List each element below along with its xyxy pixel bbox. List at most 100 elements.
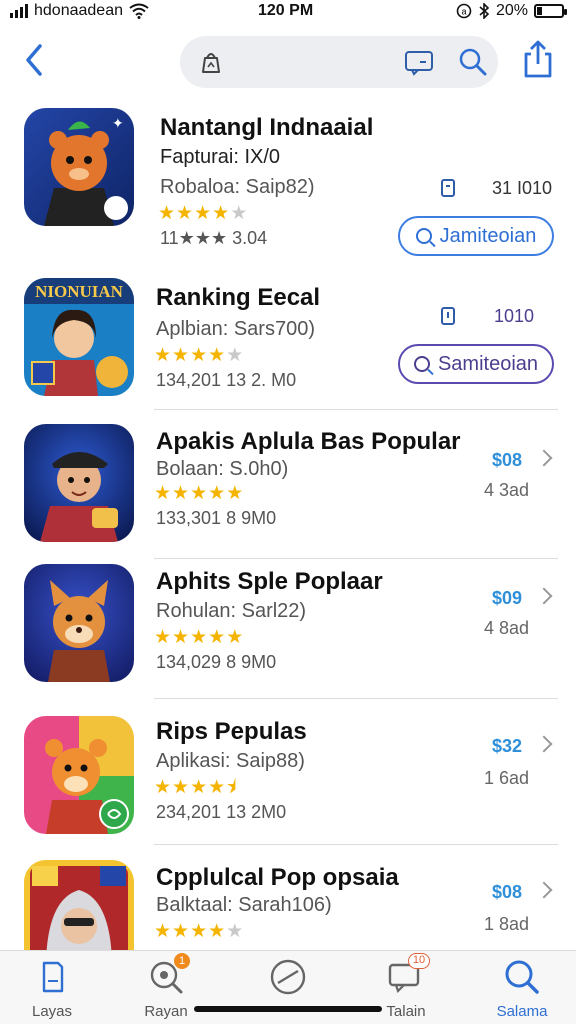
rating-stars: ★ ★ ★ ★ ★ — [158, 204, 247, 224]
star-icon: ★ — [190, 627, 208, 648]
app-icon[interactable] — [24, 716, 134, 834]
star-icon: ★ — [172, 483, 190, 504]
search-badge-icon: 1 — [146, 953, 190, 997]
app-name[interactable]: Nantangl Indnaaial — [160, 114, 373, 142]
battery-icon — [534, 4, 567, 18]
chevron-right-icon[interactable] — [535, 587, 553, 605]
message-box-icon[interactable] — [404, 48, 434, 76]
star-icon: ★ — [176, 203, 194, 224]
app-name[interactable]: Cpplulcal Pop opsaia — [156, 864, 399, 892]
rating-stars: ★ ★ ★ ★ ★ — [154, 922, 243, 942]
star-icon: ★ — [212, 203, 230, 224]
app-name[interactable]: Aphits Sple Poplaar — [156, 568, 383, 596]
list-item[interactable]: Cpplulcal Pop opsaia Balktaal: Sarah106)… — [0, 858, 576, 954]
star-icon: ★ — [154, 921, 172, 942]
list-item[interactable]: NIONUIAN Ranking Eecal Aplbian: Sars700)… — [0, 276, 576, 406]
star-icon: ★ — [208, 921, 226, 942]
app-clip-icon[interactable] — [196, 48, 226, 76]
wifi-icon — [129, 3, 149, 19]
app-price[interactable]: $09 — [492, 588, 522, 609]
app-subtitle: Bolaan: S.0h0) — [156, 458, 289, 480]
location-lock-icon: a — [456, 3, 472, 19]
app-price[interactable]: $32 — [492, 736, 522, 757]
list-item[interactable]: Apakis Aplula Bas Popular Bolaan: S.0h0)… — [0, 422, 576, 552]
star-icon: ★ — [190, 777, 208, 798]
adventurer-character-icon — [24, 424, 134, 542]
app-subtitle: Balktaal: Sarah106) — [156, 894, 332, 916]
app-value: 1010 — [494, 306, 535, 326]
notification-badge: 10 — [408, 953, 430, 969]
squirrel-character-icon — [24, 716, 134, 834]
app-icon[interactable] — [24, 860, 134, 954]
star-icon: ★ — [230, 203, 248, 224]
app-meta: 133,301 8 9M0 — [156, 508, 277, 528]
star-icon: ★ — [172, 345, 190, 366]
compass-icon — [268, 957, 308, 997]
star-icon: ★ — [208, 345, 226, 366]
battery-percent: 20% — [495, 2, 528, 19]
bookmark-icon[interactable] — [440, 178, 456, 198]
list-item[interactable]: Rips Pepulas Aplikasi: Saip88) ★ ★ ★ ★ ⯨ 234… — [0, 714, 576, 844]
star-icon: ★ — [226, 483, 244, 504]
app-subtitle: Fapturai: IX/0 — [160, 146, 281, 168]
app-name[interactable]: Apakis Aplula Bas Popular — [156, 428, 461, 456]
app-icon[interactable]: NIONUIAN — [24, 278, 134, 396]
app-category: Robaloa: Saip82) — [160, 176, 315, 198]
status-right: a 20% — [456, 2, 567, 20]
app-meta: 134,029 8 9M0 — [156, 652, 277, 672]
tab-compass[interactable] — [248, 957, 328, 1003]
get-button[interactable]: Samiteoian — [398, 344, 554, 384]
status-time: 120 PM — [258, 2, 314, 19]
hooded-character-icon — [24, 860, 134, 954]
app-icon[interactable] — [24, 564, 134, 682]
app-size: 4 3ad — [484, 480, 530, 500]
app-icon[interactable] — [24, 424, 134, 542]
tab-label: Rayan — [144, 1003, 188, 1020]
search-icon — [413, 356, 430, 372]
bluetooth-icon — [479, 3, 490, 19]
app-meta: 134,201 13 2. M0 — [156, 370, 297, 390]
app-price[interactable]: $08 — [492, 450, 522, 471]
list-item[interactable]: ✦ Nantangl Indnaaial Fapturai: IX/0 Roba… — [0, 106, 576, 256]
get-button-label: Samiteoian — [437, 352, 539, 375]
app-size: 1 8ad — [484, 914, 530, 934]
get-button[interactable]: Jamiteoian — [398, 216, 554, 256]
app-icon[interactable]: ✦ — [24, 108, 134, 226]
app-name[interactable]: Ranking Eecal — [156, 284, 320, 312]
home-indicator — [194, 1006, 382, 1012]
app-size: 1 6ad — [484, 768, 530, 788]
tab-layas[interactable]: Layas — [12, 957, 92, 1020]
star-icon: ★ — [154, 483, 172, 504]
star-icon: ★ — [190, 483, 208, 504]
rating-stars: ★ ★ ★ ★ ★ — [154, 628, 243, 648]
app-price[interactable]: $08 — [492, 882, 522, 903]
svg-text:✦: ✦ — [112, 116, 124, 132]
search-pill[interactable] — [180, 36, 498, 88]
app-subtitle: Aplikasi: Saip88) — [156, 750, 305, 772]
divider — [154, 844, 558, 845]
app-name[interactable]: Rips Pepulas — [156, 718, 307, 746]
star-icon: ⯨ — [226, 777, 237, 798]
chevron-right-icon[interactable] — [535, 735, 553, 753]
list-item[interactable]: Aphits Sple Poplaar Rohulan: Sarl22) ★ ★ ★… — [0, 562, 576, 692]
tab-salama[interactable]: Salama — [482, 957, 562, 1020]
document-icon — [32, 957, 72, 997]
rating-stars: ★ ★ ★ ★ ⯨ — [154, 778, 236, 798]
star-icon: ★ — [190, 345, 208, 366]
star-icon: ★ — [172, 627, 190, 648]
app-subtitle: Rohulan: Sarl22) — [156, 600, 307, 622]
divider — [154, 409, 558, 410]
share-icon[interactable] — [518, 38, 558, 80]
bookmark-icon[interactable] — [440, 306, 456, 326]
star-icon: ★ — [208, 627, 226, 648]
star-icon: ★ — [172, 777, 190, 798]
chevron-right-icon[interactable] — [535, 881, 553, 899]
app-value: 31 I010 — [492, 178, 553, 198]
tab-label: Salama — [496, 1003, 548, 1020]
chevron-left-icon[interactable] — [18, 40, 50, 80]
chevron-right-icon[interactable] — [535, 449, 553, 467]
app-size: 4 8ad — [484, 618, 530, 638]
search-icon[interactable] — [458, 48, 488, 76]
star-icon: ★ — [158, 203, 176, 224]
rating-stars: ★ ★ ★ ★ ★ — [154, 484, 243, 504]
